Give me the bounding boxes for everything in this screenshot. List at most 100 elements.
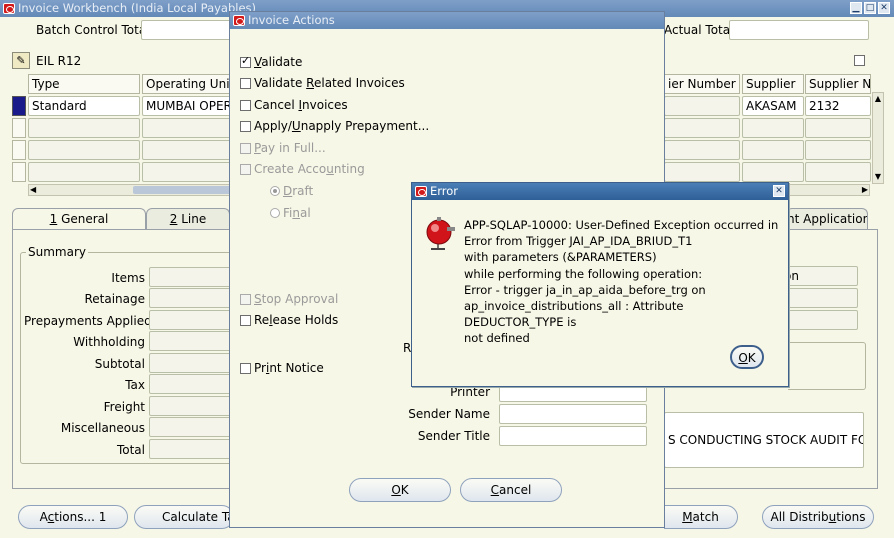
row-selector[interactable] xyxy=(12,140,26,160)
scroll-thumb[interactable] xyxy=(133,186,233,194)
row4-supplier-num[interactable] xyxy=(805,162,871,182)
right-field-1[interactable]: on xyxy=(780,266,858,286)
column-header-supplier[interactable]: Supplier xyxy=(742,74,804,94)
row1-type[interactable]: Standard xyxy=(28,96,140,116)
row-selector[interactable] xyxy=(12,118,26,138)
row2-supplier-num[interactable] xyxy=(805,118,871,138)
tax-label: Tax xyxy=(125,378,145,392)
sender-title-field[interactable] xyxy=(499,426,647,446)
error-message-line: while performing the following operation… xyxy=(464,266,703,281)
ok-button[interactable]: OK xyxy=(349,478,451,502)
column-header-supplier-number[interactable]: ier Number xyxy=(664,74,740,94)
error-close-icon[interactable]: ✕ xyxy=(773,185,785,197)
tab-applications[interactable]: nt Applications xyxy=(786,208,868,229)
column-header-type[interactable]: Type xyxy=(28,74,140,94)
match-button[interactable]: Match xyxy=(664,505,738,529)
invoice-actions-titlebar[interactable]: Invoice Actions xyxy=(230,12,664,29)
row3-supplier[interactable] xyxy=(742,140,804,160)
batch-control-total-field[interactable] xyxy=(141,20,231,40)
validate-checkbox[interactable] xyxy=(240,54,251,68)
print-notice-checkbox[interactable] xyxy=(240,363,251,374)
pay-in-full-checkbox[interactable] xyxy=(240,143,251,154)
row2-supplier-number[interactable] xyxy=(664,118,740,138)
cancel-button[interactable]: Cancel xyxy=(460,478,562,502)
stop-approval-label: Stop Approval xyxy=(254,292,339,306)
sender-name-field[interactable] xyxy=(499,404,647,424)
folder-icon[interactable]: ✎ xyxy=(12,52,30,69)
row1-operating-unit[interactable]: MUMBAI OPER xyxy=(142,96,232,116)
row-selector[interactable] xyxy=(12,162,26,182)
cancel-invoices-checkbox[interactable] xyxy=(240,100,251,111)
description-field[interactable]: S CONDUCTING STOCK AUDIT FOR xyxy=(664,412,864,468)
maximize-icon[interactable]: □ xyxy=(864,2,876,14)
stop-approval-checkbox[interactable] xyxy=(240,294,251,305)
row2-operating-unit[interactable] xyxy=(142,118,232,138)
retainage-field[interactable] xyxy=(149,288,233,308)
actions-button[interactable]: Actions... 1 xyxy=(18,505,128,529)
row4-type[interactable] xyxy=(28,162,140,182)
print-notice-label: Print Notice xyxy=(254,361,324,375)
scroll-down-icon[interactable]: ▼ xyxy=(873,171,883,183)
error-message-line: with parameters (&PARAMETERS) xyxy=(464,250,657,265)
error-title: Error xyxy=(430,184,459,198)
all-distributions-button[interactable]: All Distributions xyxy=(762,505,874,529)
row1-supplier-number[interactable] xyxy=(664,96,740,116)
row4-supplier-number[interactable] xyxy=(664,162,740,182)
column-header-operating-unit[interactable]: Operating Unit xyxy=(142,74,232,94)
retainage-label: Retainage xyxy=(84,292,145,306)
row4-supplier[interactable] xyxy=(742,162,804,182)
minimize-icon[interactable]: ▁ xyxy=(850,2,862,14)
scroll-right-icon[interactable]: ▶ xyxy=(862,185,868,195)
apply-unapply-prepayment-checkbox[interactable] xyxy=(240,121,251,132)
oracle-logo-icon xyxy=(415,186,427,197)
validate-related-invoices-checkbox[interactable] xyxy=(240,78,251,89)
row2-type[interactable] xyxy=(28,118,140,138)
prepayments-applied-field[interactable] xyxy=(149,310,233,330)
row4-operating-unit[interactable] xyxy=(142,162,232,182)
tab-lines[interactable]: 2 Line xyxy=(146,208,230,229)
row2-supplier[interactable] xyxy=(742,118,804,138)
header-checkbox[interactable] xyxy=(854,55,865,66)
main-window-title: Invoice Workbench (India Local Payables) xyxy=(18,1,257,15)
miscellaneous-field[interactable] xyxy=(149,417,233,437)
create-accounting-checkbox[interactable] xyxy=(240,164,251,175)
tab-general[interactable]: 1 General xyxy=(12,208,146,229)
actual-total-field[interactable] xyxy=(729,20,869,40)
row3-operating-unit[interactable] xyxy=(142,140,232,160)
row3-supplier-number[interactable] xyxy=(664,140,740,160)
create-accounting-label: Create Accounting xyxy=(254,162,365,176)
row3-type[interactable] xyxy=(28,140,140,160)
draft-radio[interactable] xyxy=(270,186,280,196)
subtotal-field[interactable] xyxy=(149,353,233,373)
column-header-supplier-num[interactable]: Supplier Nur xyxy=(805,74,871,94)
right-field-2[interactable] xyxy=(780,288,858,308)
close-icon[interactable]: ✕ xyxy=(878,2,890,14)
row-selector-current[interactable] xyxy=(12,96,26,116)
miscellaneous-label: Miscellaneous xyxy=(60,421,145,435)
error-message-line: Error - trigger ja_in_ap_aida_before_trg… xyxy=(464,282,706,297)
freight-field[interactable] xyxy=(149,396,233,416)
row1-supplier[interactable]: AKASAM xyxy=(742,96,804,116)
error-message-line: ap_invoice_distributions_all : Attribute… xyxy=(464,299,684,330)
tax-field[interactable] xyxy=(149,374,233,394)
grid-vertical-scrollbar[interactable]: ▲ ▼ xyxy=(872,92,884,184)
batch-control-total-label: Batch Control Total xyxy=(36,23,150,37)
row1-supplier-num[interactable]: 2132 xyxy=(805,96,871,116)
release-holds-checkbox[interactable] xyxy=(240,315,251,326)
error-titlebar[interactable]: Error xyxy=(412,183,788,200)
withholding-label: Withholding xyxy=(73,335,145,349)
error-message-line: not defined xyxy=(464,331,530,346)
scroll-up-icon[interactable]: ▲ xyxy=(873,93,883,105)
withholding-field[interactable] xyxy=(149,331,233,351)
final-radio[interactable] xyxy=(270,208,280,218)
error-ok-button[interactable]: OK xyxy=(730,345,764,369)
calculate-tax-button[interactable]: Calculate Ta xyxy=(134,505,235,529)
scroll-left-icon[interactable]: ◀ xyxy=(30,185,36,195)
oracle-logo-icon xyxy=(3,3,15,14)
pay-in-full-label: Pay in Full... xyxy=(254,141,326,155)
right-field-3[interactable] xyxy=(780,310,858,330)
items-label: Items xyxy=(111,271,145,285)
total-field[interactable] xyxy=(149,439,233,459)
items-field[interactable] xyxy=(149,267,233,287)
row3-supplier-num[interactable] xyxy=(805,140,871,160)
